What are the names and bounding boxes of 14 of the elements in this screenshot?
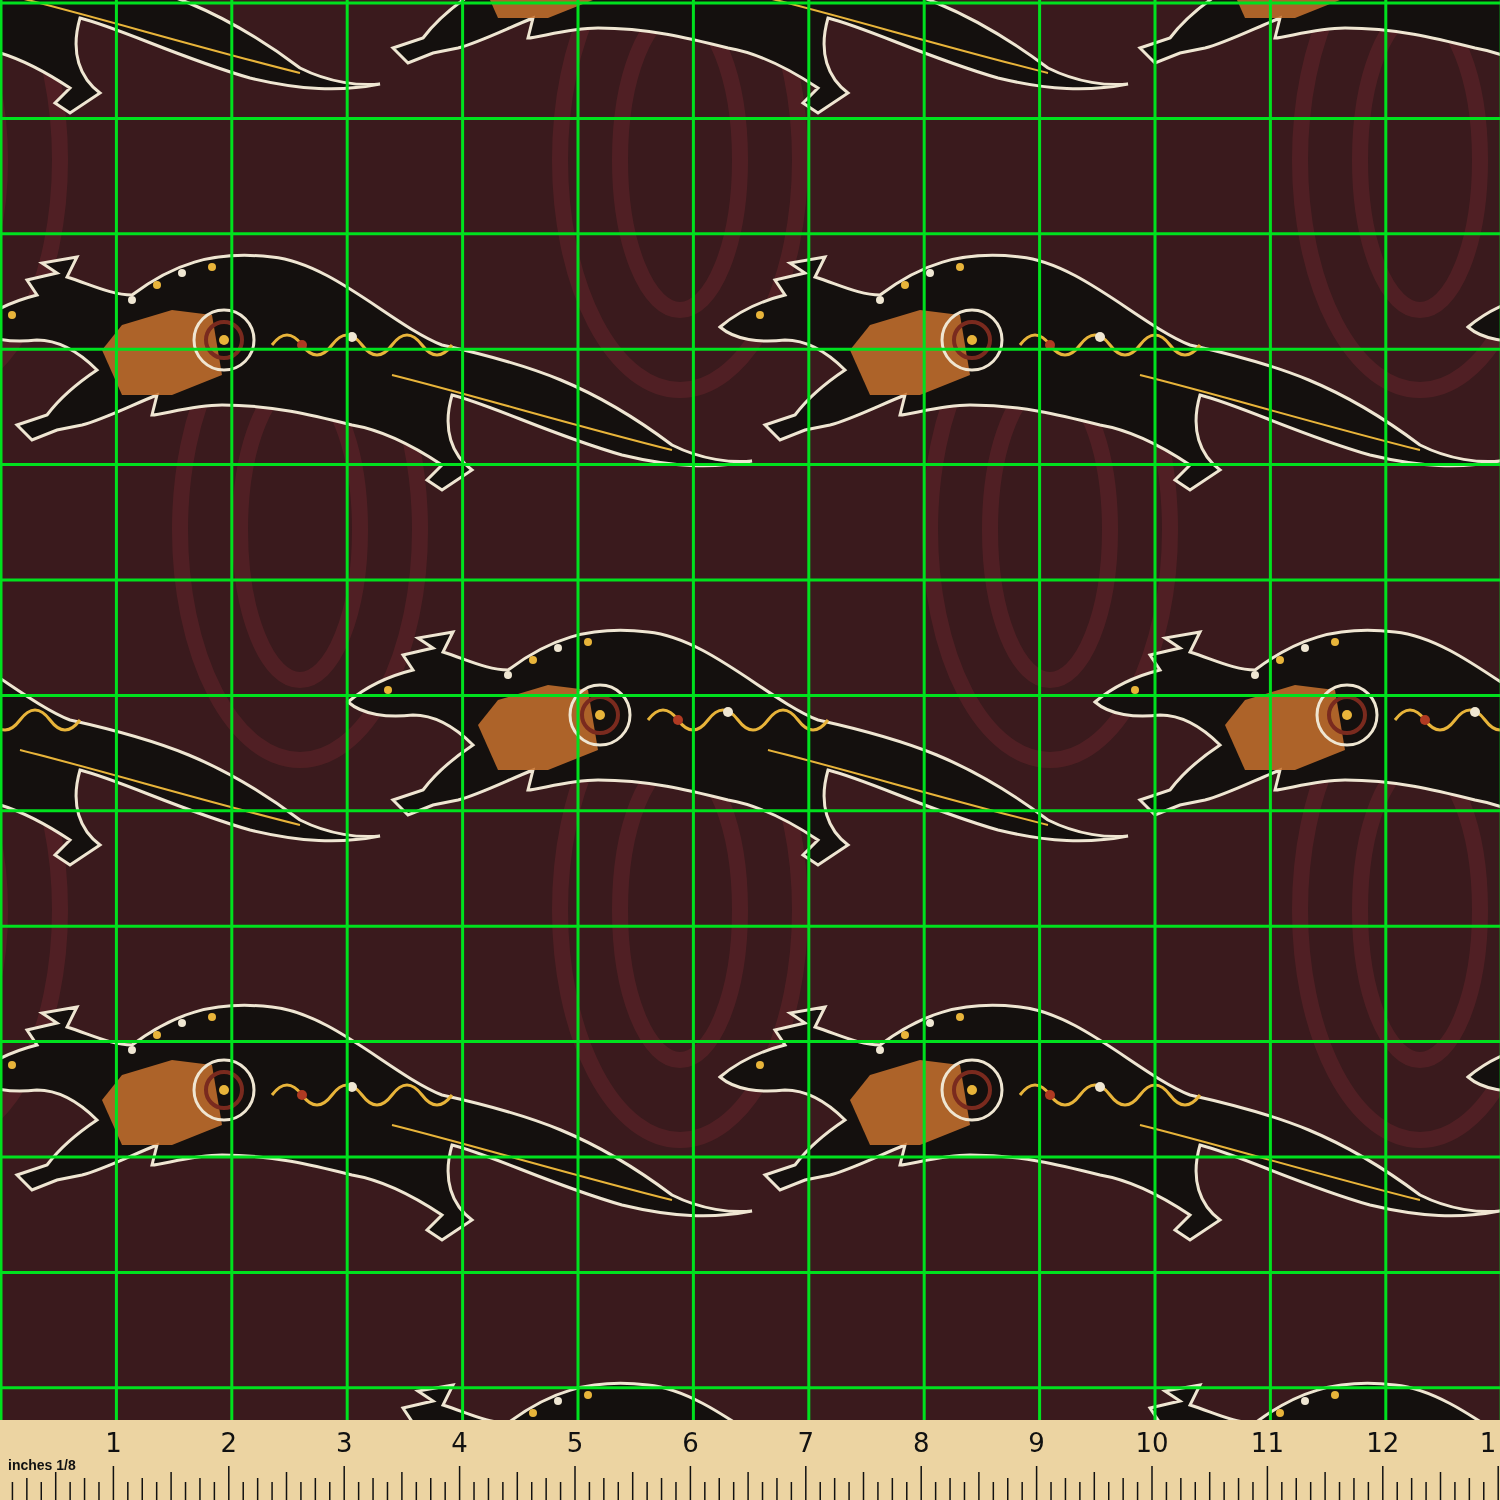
ruler-number: 10 (1135, 1428, 1169, 1458)
ruler-number: 3 (335, 1428, 353, 1458)
ruler-number: 8 (912, 1428, 930, 1458)
ruler-number: 2 (220, 1428, 238, 1458)
ruler-number: 1 (1479, 1428, 1497, 1458)
ruler-number: 6 (682, 1428, 699, 1458)
ruler-number: 11 (1250, 1428, 1284, 1458)
ruler-number: 1 (105, 1428, 122, 1458)
ruler-number: 5 (566, 1428, 584, 1458)
ruler-number: 7 (797, 1428, 815, 1458)
ruler-number: 9 (1028, 1428, 1045, 1458)
ruler-number: 4 (451, 1428, 468, 1458)
ruler-number: 12 (1366, 1428, 1400, 1458)
unit-label: inches 1/8 (8, 1457, 76, 1473)
